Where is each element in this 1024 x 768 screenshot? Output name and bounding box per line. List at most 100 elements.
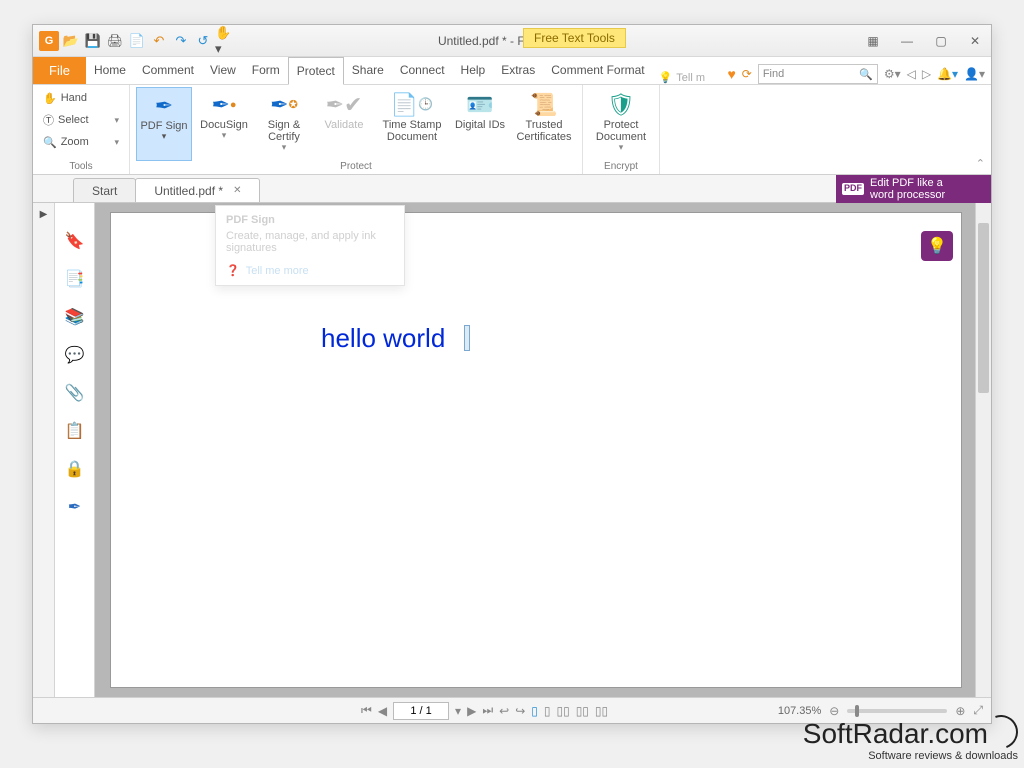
hand-dropdown-icon[interactable]: ✋▾ (215, 31, 235, 51)
tab-form[interactable]: Form (244, 56, 288, 84)
security-icon[interactable]: 🔒 (65, 459, 85, 479)
group-protect: ✒PDF Sign▾ ✒●DocuSign▾ ✒✪Sign & Certify▾… (130, 85, 583, 174)
quick-access-toolbar: G 📂 💾 🖨 📄 ↶ ↷ ↺ ✋▾ (39, 31, 235, 51)
tab-help[interactable]: Help (453, 56, 494, 84)
workspace: ▶ 🔖 📑 📚 💬 📎 📋 🔒 ✒ hello world 💡 PDF Sign… (33, 203, 991, 697)
chevron-down-icon: ▾ (114, 137, 119, 148)
single-page-icon[interactable]: ▯ (531, 704, 538, 718)
cover-icon[interactable]: ▯▯ (595, 704, 608, 718)
pages-icon[interactable]: 📑 (65, 269, 85, 289)
chevron-down-icon: ▾ (162, 132, 167, 142)
layers-icon[interactable]: 📚 (65, 307, 85, 327)
print-icon[interactable]: 🖨 (105, 31, 125, 51)
trusted-certificates-button[interactable]: 📜Trusted Certificates (512, 87, 576, 161)
nav-back-icon[interactable]: ◁ (907, 67, 916, 81)
tab-comment[interactable]: Comment (134, 56, 202, 84)
find-box[interactable]: Find 🔍 (758, 64, 878, 84)
certificate-icon: 📜 (530, 91, 557, 119)
digital-ids-button[interactable]: 🪪Digital IDs (452, 87, 508, 161)
user-icon[interactable]: 👤▾ (964, 67, 985, 81)
app-logo-icon[interactable]: G (39, 31, 59, 51)
email-icon[interactable]: 📄 (127, 31, 147, 51)
sign-certify-button[interactable]: ✒✪Sign & Certify▾ (256, 87, 312, 161)
nav-panel-toggle[interactable]: ▶ (33, 203, 55, 697)
tell-me-box[interactable]: 💡Tell m (659, 71, 705, 84)
collapse-ribbon-icon[interactable]: ⌃ (976, 157, 985, 170)
edit-pdf-promo[interactable]: PDF Edit PDF like aword processor (836, 175, 991, 203)
comments-icon[interactable]: 💬 (65, 345, 85, 365)
gear-icon[interactable]: ⚙▾ (884, 67, 901, 81)
free-text-tools-tab[interactable]: Free Text Tools (523, 28, 626, 48)
open-icon[interactable]: 📂 (61, 31, 81, 51)
tooltip-body: Create, manage, and apply ink signatures (226, 230, 394, 254)
app-window: G 📂 💾 🖨 📄 ↶ ↷ ↺ ✋▾ Untitled.pdf * - Foxi… (32, 24, 992, 724)
tab-start[interactable]: Start (73, 178, 136, 202)
validate-icon: ✒✔ (326, 91, 363, 119)
next-page-icon[interactable]: ▶ (467, 704, 476, 718)
chevron-down-icon: ▾ (114, 115, 119, 126)
signatures-icon[interactable]: 📋 (65, 421, 85, 441)
bell-icon[interactable]: 🔔▾ (937, 67, 958, 81)
vertical-scrollbar[interactable] (975, 203, 991, 697)
save-icon[interactable]: 💾 (83, 31, 103, 51)
redo2-icon[interactable]: ↺ (193, 31, 213, 51)
ribbon-options-icon[interactable]: ▦ (863, 34, 883, 48)
facing-icon[interactable]: ▯▯ (556, 704, 569, 718)
tab-view[interactable]: View (202, 56, 244, 84)
tab-untitled[interactable]: Untitled.pdf *✕ (135, 178, 260, 202)
bookmarks-icon[interactable]: 🔖 (65, 231, 85, 251)
ribbon-tabs: File Home Comment View Form Protect Shar… (33, 57, 991, 85)
jump-fwd-icon[interactable]: ↪ (515, 704, 525, 718)
zoom-slider[interactable] (847, 709, 947, 713)
undo-icon[interactable]: ↶ (149, 31, 169, 51)
prev-page-icon[interactable]: ◀ (378, 704, 387, 718)
continuous-facing-icon[interactable]: ▯▯ (576, 704, 589, 718)
protect-document-button[interactable]: 🛡Protect Document▾ (589, 87, 653, 161)
first-page-icon[interactable]: ⏮ (361, 703, 372, 718)
ribbon: ✋Hand ⓉSelect▾ 🔍Zoom▾ Tools ✒PDF Sign▾ ✒… (33, 85, 991, 175)
maximize-icon[interactable]: ▢ (931, 34, 951, 48)
minimize-icon[interactable]: ― (897, 34, 917, 48)
clock-doc-icon: 📄🕒 (391, 91, 433, 119)
favorite-icon[interactable]: ♥ (727, 66, 735, 82)
hint-bulb-button[interactable]: 💡 (921, 231, 953, 261)
validate-button: ✒✔Validate (316, 87, 372, 161)
title-doc: Untitled.pdf * (438, 34, 507, 48)
scroll-thumb[interactable] (978, 223, 989, 393)
softradar-watermark: SoftRadar.com Software reviews & downloa… (803, 715, 1018, 762)
help-icon: ❓ (226, 264, 240, 277)
tab-home[interactable]: Home (86, 56, 134, 84)
tab-share[interactable]: Share (344, 56, 392, 84)
pen-panel-icon[interactable]: ✒ (68, 497, 81, 517)
pdf-sign-button[interactable]: ✒PDF Sign▾ (136, 87, 192, 161)
close-tab-icon[interactable]: ✕ (233, 185, 241, 196)
chevron-down-icon: ▾ (619, 143, 624, 153)
attachments-icon[interactable]: 📎 (65, 383, 85, 403)
nav-fwd-icon[interactable]: ▷ (922, 67, 931, 81)
tab-extras[interactable]: Extras (493, 56, 543, 84)
tab-connect[interactable]: Connect (392, 56, 453, 84)
jump-back-icon[interactable]: ↩ (499, 704, 509, 718)
docusign-button[interactable]: ✒●DocuSign▾ (196, 87, 252, 161)
page-number-input[interactable] (393, 702, 449, 720)
tab-comment-format[interactable]: Comment Format (543, 56, 652, 84)
document-text[interactable]: hello world (321, 323, 445, 354)
page-viewport[interactable]: hello world 💡 PDF Sign Create, manage, a… (95, 203, 991, 697)
select-tool[interactable]: ⓉSelect▾ (39, 109, 123, 131)
zoom-tool[interactable]: 🔍Zoom▾ (39, 131, 123, 153)
file-tab[interactable]: File (33, 56, 86, 84)
group-encrypt: 🛡Protect Document▾ Encrypt (583, 85, 660, 174)
timestamp-button[interactable]: 📄🕒Time Stamp Document (376, 87, 448, 161)
page-dropdown-icon[interactable]: ▾ (455, 704, 461, 718)
redo-icon[interactable]: ↷ (171, 31, 191, 51)
hand-tool[interactable]: ✋Hand (39, 87, 123, 109)
last-page-icon[interactable]: ⏭ (482, 703, 493, 718)
close-icon[interactable]: ✕ (965, 34, 985, 48)
find-placeholder: Find (763, 68, 784, 80)
continuous-icon[interactable]: ▯ (544, 704, 551, 718)
link-icon[interactable]: ⟳ (742, 67, 752, 81)
tooltip-more[interactable]: ❓Tell me more (226, 264, 394, 277)
tab-protect[interactable]: Protect (288, 57, 344, 85)
id-card-icon: 🪪 (466, 91, 493, 119)
search-icon[interactable]: 🔍 (859, 68, 873, 81)
